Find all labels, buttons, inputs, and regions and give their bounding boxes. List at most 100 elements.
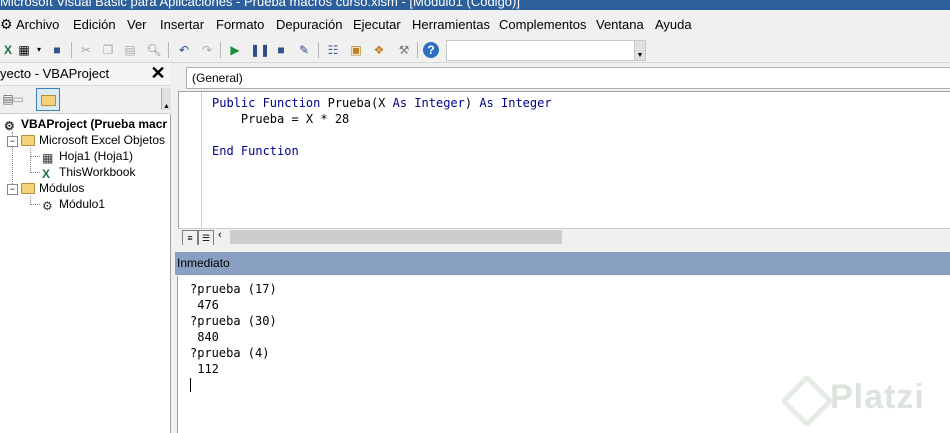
design-mode-icon[interactable]: ✎: [296, 42, 312, 58]
tree-connector: [30, 204, 40, 205]
immediate-line: 476: [190, 298, 219, 312]
menu-edicion[interactable]: Edición: [73, 17, 116, 32]
menu-herramientas[interactable]: Herramientas: [412, 17, 490, 32]
toolbar-separator: [417, 42, 418, 58]
pane-splitter[interactable]: [178, 245, 950, 252]
vba-app-icon[interactable]: ⚙: [0, 16, 13, 33]
code-keyword: As Integer: [479, 96, 552, 110]
tree-label-module1: Módulo1: [59, 197, 106, 211]
reset-icon[interactable]: ■: [273, 42, 289, 58]
tree-label-sheet1: Hoja1 (Hoja1): [59, 149, 134, 163]
immediate-window-titlebar: Inmediato: [175, 252, 950, 275]
tree-node-thisworkbook[interactable]: X ThisWorkbook: [42, 165, 136, 181]
code-keyword: Public Function: [212, 96, 321, 110]
insert-userform-icon[interactable]: ▦: [16, 42, 32, 58]
standard-toolbar: X ▦ ▾ ■ ✂ ❐ ▤ 🔍︎ ↶ ↷ ▶ ❚❚ ■ ✎ ☷ ▣ ❖ ⚒ ? …: [0, 38, 950, 63]
tree-connector: [30, 172, 40, 173]
insert-dropdown-icon[interactable]: ▾: [31, 42, 47, 58]
folder-open-icon: [21, 183, 35, 194]
excel-icon[interactable]: X: [0, 42, 16, 58]
immediate-line: ?prueba (4): [190, 346, 270, 360]
code-text: ): [464, 96, 480, 110]
code-margin-indicator-bar[interactable]: [179, 92, 202, 229]
code-window-header: (General): [178, 63, 950, 91]
object-browser-icon[interactable]: ❖: [371, 42, 387, 58]
workbook-icon: X: [42, 167, 51, 181]
menu-ejecutar[interactable]: Ejecutar: [353, 17, 401, 32]
scroll-left-icon[interactable]: ‹: [218, 229, 222, 241]
run-icon[interactable]: ▶: [227, 42, 243, 58]
immediate-line: 112: [190, 362, 219, 376]
tree-label-excel-objects: Microsoft Excel Objetos: [39, 133, 166, 147]
code-keyword: As Integer: [392, 96, 465, 110]
cut-icon[interactable]: ✂: [78, 42, 94, 58]
save-icon[interactable]: ■: [49, 42, 65, 58]
project-explorer-icon[interactable]: ☷: [325, 42, 341, 58]
immediate-line: ?prueba (17): [190, 282, 277, 296]
tree-connector: [30, 148, 31, 173]
toolbar-separator: [71, 42, 72, 58]
folder-icon: [41, 95, 56, 106]
properties-icon[interactable]: ▣: [348, 42, 364, 58]
close-icon[interactable]: ✕: [148, 64, 168, 83]
tree-label-thisworkbook: ThisWorkbook: [59, 165, 136, 179]
menu-archivo[interactable]: Archivo: [16, 17, 59, 32]
immediate-line: 840: [190, 330, 219, 344]
window-title: Microsoft Visual Basic para Aplicaciones…: [0, 0, 520, 9]
code-keyword: End Function: [212, 144, 299, 158]
menu-formato[interactable]: Formato: [216, 17, 264, 32]
tree-node-module1[interactable]: ⚙ Módulo1: [42, 197, 106, 213]
view-object-icon[interactable]: ▭: [10, 91, 26, 107]
project-tree: ⚙ VBAProject (Prueba macr − Microsoft Exce…: [0, 114, 171, 433]
collapse-icon[interactable]: −: [7, 184, 18, 195]
procedure-view-icon[interactable]: ≡: [182, 230, 198, 246]
menu-ver[interactable]: Ver: [127, 17, 147, 32]
menu-insertar[interactable]: Insertar: [160, 17, 204, 32]
object-combobox[interactable]: (General): [186, 67, 950, 89]
window-title-bar: Microsoft Visual Basic para Aplicaciones…: [0, 0, 950, 10]
tree-node-modules[interactable]: − Módulos: [7, 181, 84, 195]
tree-node-sheet1[interactable]: ▦ Hoja1 (Hoja1): [42, 149, 134, 165]
scroll-up-icon[interactable]: ▲: [161, 88, 171, 110]
project-explorer-toolbar: ▤ ▭ ▲: [0, 86, 171, 114]
menu-bar: ⚙ Archivo Edición Ver Insertar Formato D…: [0, 10, 950, 38]
module-icon: ⚙: [42, 199, 53, 213]
horizontal-scrollbar-thumb[interactable]: [230, 230, 562, 244]
menu-ventana[interactable]: Ventana: [596, 17, 644, 32]
toolbar-separator: [168, 42, 169, 58]
code-editor[interactable]: Public Function Prueba(X As Integer) As …: [178, 91, 950, 229]
object-combobox-value: (General): [192, 71, 243, 85]
project-explorer-title: yecto - VBAProject: [0, 66, 110, 81]
code-line-1: Public Function Prueba(X As Integer) As …: [212, 96, 552, 110]
tree-connector: [30, 156, 40, 157]
code-location-box: ▼: [446, 40, 646, 61]
break-icon[interactable]: ❚❚: [250, 42, 270, 58]
immediate-line: ?prueba (30): [190, 314, 277, 328]
code-line-3: End Function: [212, 144, 299, 158]
help-icon[interactable]: ?: [423, 42, 439, 58]
chevron-down-icon[interactable]: ▼: [634, 41, 645, 60]
code-line-2: Prueba = X * 28: [212, 112, 350, 126]
immediate-window-title: Inmediato: [177, 256, 230, 270]
toolbar-separator: [220, 42, 221, 58]
collapse-icon[interactable]: −: [7, 136, 18, 147]
project-explorer-titlebar: yecto - VBAProject ✕: [0, 63, 170, 86]
copy-icon[interactable]: ❐: [100, 42, 116, 58]
tree-label-vbaproject: VBAProject (Prueba macr: [21, 117, 168, 131]
menu-depuracion[interactable]: Depuración: [276, 17, 343, 32]
find-icon[interactable]: 🔍︎: [146, 42, 162, 58]
tree-node-excel-objects[interactable]: − Microsoft Excel Objetos: [7, 133, 165, 147]
tree-label-modules: Módulos: [39, 181, 85, 195]
toggle-folders-button[interactable]: [36, 88, 60, 111]
menu-complementos[interactable]: Complementos: [499, 17, 586, 32]
paste-icon[interactable]: ▤: [122, 42, 138, 58]
tree-node-vbaproject[interactable]: ⚙ VBAProject (Prueba macr: [4, 117, 168, 133]
toolbox-icon[interactable]: ⚒: [396, 42, 412, 58]
redo-icon[interactable]: ↷: [199, 42, 215, 58]
menu-ayuda[interactable]: Ayuda: [655, 17, 692, 32]
code-window-statusbar: ≡ ☰ ‹: [178, 228, 950, 246]
code-text: Prueba(X: [320, 96, 393, 110]
full-module-view-icon[interactable]: ☰: [198, 230, 214, 246]
undo-icon[interactable]: ↶: [176, 42, 192, 58]
toolbar-separator: [318, 42, 319, 58]
